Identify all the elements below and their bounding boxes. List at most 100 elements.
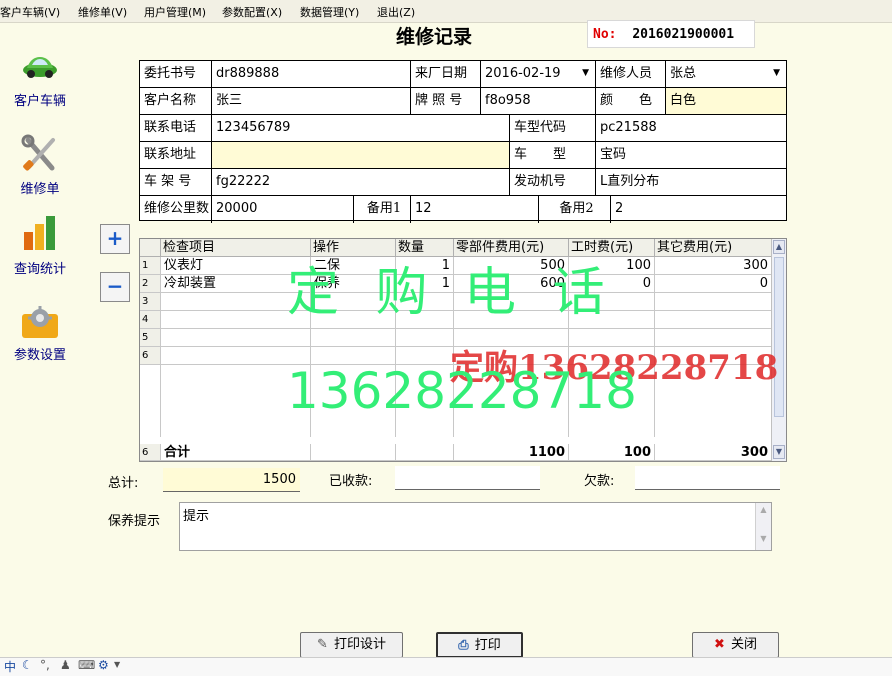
scroll-up-icon[interactable]: ▲: [773, 240, 785, 254]
empty-cell: [569, 419, 655, 437]
sidebar-item-label: 维修单: [20, 182, 60, 197]
owed-label: 欠款:: [584, 474, 615, 489]
moon-icon[interactable]: ☾: [22, 658, 33, 672]
color-field[interactable]: 白色: [666, 88, 786, 115]
cell-other-cost[interactable]: 300: [655, 257, 772, 275]
spare2-field[interactable]: 2: [611, 196, 786, 223]
address-field[interactable]: [212, 142, 510, 169]
model-code-field[interactable]: pc21588: [596, 115, 786, 142]
row-number[interactable]: 3: [140, 293, 161, 311]
add-row-button[interactable]: +: [100, 224, 130, 254]
scroll-down-icon[interactable]: ▼: [756, 534, 771, 543]
engine-no-label: 发动机号: [510, 169, 596, 196]
plate-no-field[interactable]: f8o958: [481, 88, 596, 115]
mileage-field[interactable]: 20000: [212, 196, 354, 223]
total-amount-field[interactable]: 1500: [163, 468, 300, 492]
menu-exit[interactable]: 退出(Z): [377, 4, 415, 20]
phone-label: 联系电话: [140, 115, 212, 142]
tools-icon: [21, 134, 55, 171]
close-label: 关闭: [730, 637, 757, 652]
sidebar-item-label: 参数设置: [13, 348, 66, 363]
cell-operation[interactable]: [311, 329, 396, 347]
phone-field[interactable]: 123456789: [212, 115, 510, 142]
record-number: No: 2016021900001: [587, 20, 755, 48]
owed-field[interactable]: [635, 466, 780, 490]
chevron-down-icon[interactable]: ▼: [114, 660, 120, 669]
row-number[interactable]: 2: [140, 275, 161, 293]
menu-repair-order[interactable]: 维修单(V): [78, 4, 127, 20]
cell-other-cost[interactable]: [655, 311, 772, 329]
sidebar-item-customer-vehicles[interactable]: 客户车辆: [4, 48, 76, 109]
total-labor-cost: 100: [569, 444, 655, 461]
repair-staff-label: 维修人员: [596, 61, 666, 88]
print-label: 打印: [474, 638, 501, 653]
printer-icon: ⎙: [458, 638, 469, 653]
menu-customer-vehicles[interactable]: 客户车辆(V): [0, 4, 60, 20]
tip-scrollbar[interactable]: ▲ ▼: [755, 503, 771, 550]
column-header-other-cost[interactable]: 其它费用(元): [655, 239, 772, 257]
grid-corner: [140, 239, 161, 257]
repair-staff-value: 张总: [670, 66, 697, 81]
record-number-value: 2016021900001: [632, 27, 735, 42]
row-number[interactable]: 5: [140, 329, 161, 347]
menu-parameter-config[interactable]: 参数配置(X): [222, 4, 282, 20]
total-amount-label: 总计:: [108, 476, 139, 491]
entrust-no-label: 委托书号: [140, 61, 212, 88]
spare1-label: 备用1: [354, 196, 411, 223]
maintenance-tip-textarea[interactable]: 提示 ▲ ▼: [179, 502, 772, 551]
menu-data-management[interactable]: 数据管理(Y): [300, 4, 359, 20]
menu-bar: 客户车辆(V) 维修单(V) 用户管理(M) 参数配置(X) 数据管理(Y) 退…: [0, 0, 892, 23]
frame-no-field[interactable]: fg22222: [212, 169, 510, 196]
total-other-cost: 300: [655, 444, 772, 461]
remove-row-button[interactable]: −: [100, 272, 130, 302]
close-button[interactable]: ✖ 关闭: [692, 632, 779, 658]
received-field[interactable]: [395, 466, 540, 490]
received-label: 已收款:: [329, 474, 373, 489]
scroll-up-icon[interactable]: ▲: [756, 505, 771, 514]
customer-name-field[interactable]: 张三: [212, 88, 411, 115]
bar-chart-icon: [24, 216, 55, 250]
cell-other-cost[interactable]: 0: [655, 275, 772, 293]
car-icon: [23, 57, 57, 78]
user-icon[interactable]: ♟: [60, 658, 71, 672]
scroll-thumb[interactable]: [774, 257, 784, 417]
empty-cell: [161, 419, 311, 437]
cell-quantity[interactable]: [396, 329, 454, 347]
print-design-button[interactable]: ✎ 打印设计: [300, 632, 403, 658]
watermark-phone-number: 13628228718: [287, 362, 637, 420]
cell-other-cost[interactable]: [655, 293, 772, 311]
chevron-down-icon[interactable]: ▼: [582, 61, 589, 86]
repair-staff-select[interactable]: 张总 ▼: [666, 61, 786, 88]
plate-no-label: 牌 照 号: [411, 88, 481, 115]
row-number[interactable]: 6: [140, 347, 161, 365]
sidebar-item-query-stats[interactable]: 查询统计: [4, 214, 76, 277]
sidebar-item-repair-order[interactable]: 维修单: [4, 134, 76, 197]
spare2-label: 备用2: [539, 196, 611, 223]
watermark-order-phone: 定 购 电 话: [287, 263, 615, 323]
arrival-date-picker[interactable]: 2016-02-19 ▼: [481, 61, 596, 88]
arrival-date-value: 2016-02-19: [485, 66, 561, 81]
scroll-down-icon[interactable]: ▼: [773, 445, 785, 459]
menu-user-management[interactable]: 用户管理(M): [144, 4, 206, 20]
keyboard-icon[interactable]: ⌨: [78, 658, 95, 672]
model-label: 车 型: [510, 142, 596, 169]
customer-name-label: 客户名称: [140, 88, 212, 115]
empty-cell: [655, 419, 772, 437]
spare1-field[interactable]: 12: [411, 196, 539, 223]
row-number[interactable]: 1: [140, 257, 161, 275]
cell-check-item[interactable]: [161, 329, 311, 347]
entrust-no-field[interactable]: dr889888: [212, 61, 411, 88]
page-title: 维修记录: [396, 26, 473, 48]
settings-icon[interactable]: ⚙: [98, 658, 109, 672]
punctuation-icon[interactable]: °,: [40, 658, 50, 672]
chevron-down-icon[interactable]: ▼: [773, 61, 780, 86]
empty-cell: [140, 419, 161, 437]
model-code-label: 车型代码: [510, 115, 596, 142]
minus-icon: −: [106, 274, 124, 298]
ime-mode-indicator[interactable]: 中: [4, 658, 16, 675]
sidebar-item-parameter-settings[interactable]: 参数设置: [4, 304, 76, 363]
engine-no-field[interactable]: L直列分布: [596, 169, 786, 196]
model-field[interactable]: 宝码: [596, 142, 786, 169]
print-button[interactable]: ⎙ 打印: [436, 632, 523, 658]
row-number[interactable]: 4: [140, 311, 161, 329]
